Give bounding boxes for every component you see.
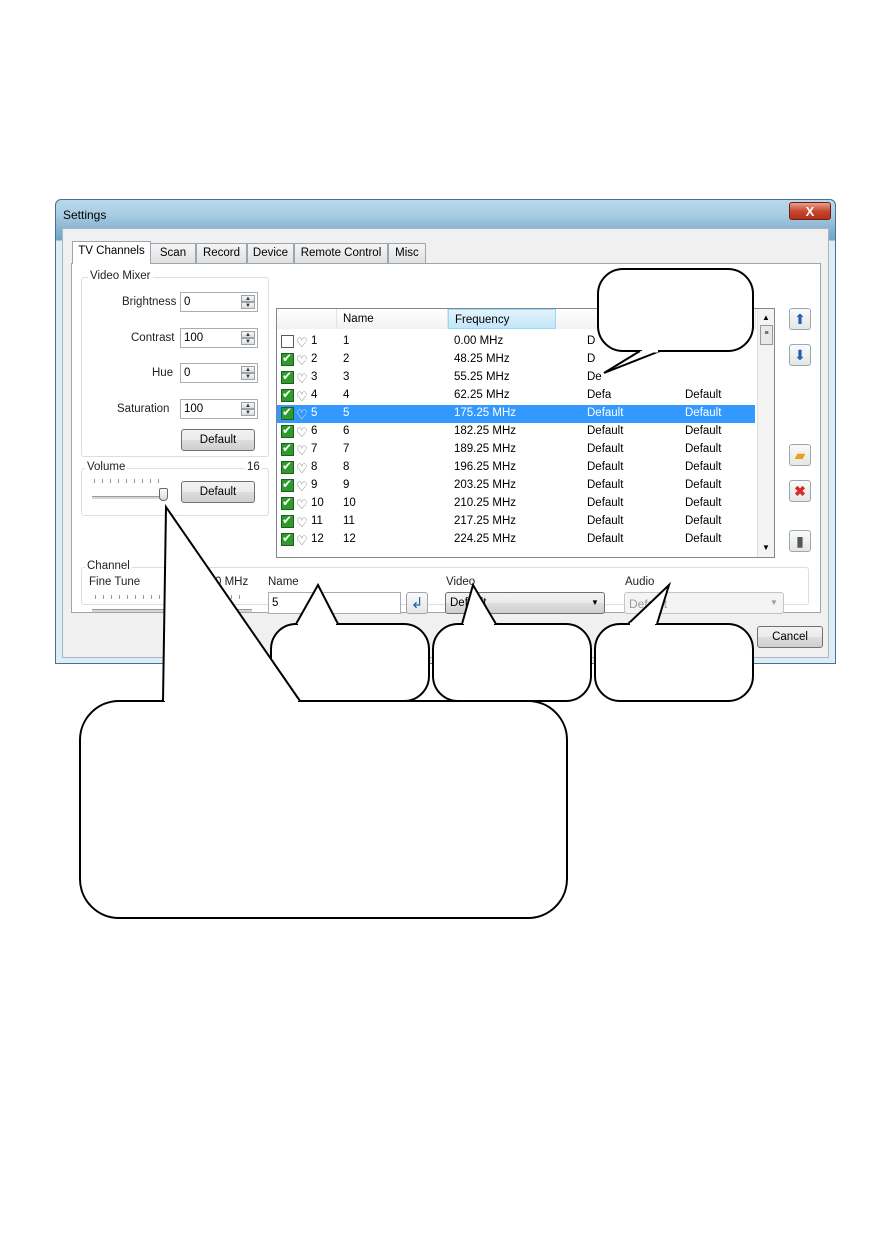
callout-pointer-sliders	[162, 503, 301, 702]
callout-pointer-list	[603, 350, 661, 374]
callout-pointers	[162, 349, 672, 703]
callout-pointer-name	[295, 582, 339, 625]
callout-pointer-audio	[627, 581, 672, 625]
callout-pointer-video	[461, 582, 497, 625]
